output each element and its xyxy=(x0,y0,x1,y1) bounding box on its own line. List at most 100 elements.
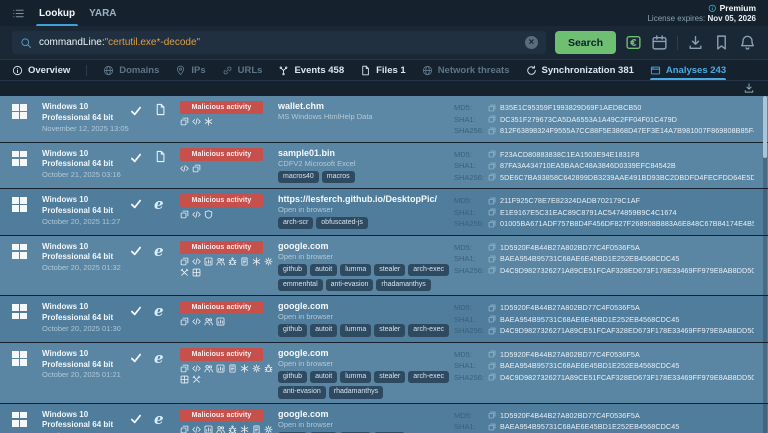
md5-value[interactable]: 1D5920F4B44B27A802BD77C4F0536F5A xyxy=(500,303,640,312)
tag-macros[interactable]: macros xyxy=(322,171,355,183)
sha256-value[interactable]: 01005BA671ADF757B8D4F456DF827F268908B883… xyxy=(500,219,754,228)
tab-files-1[interactable]: Files 1 xyxy=(360,60,406,80)
sha256-value[interactable]: D4C9D9827326271A89CE51FCAF328ED673F178E3… xyxy=(500,373,754,382)
analysis-name[interactable]: wallet.chm xyxy=(278,101,450,111)
analysis-row[interactable]: Windows 10 Professional 64 bitOctober 20… xyxy=(0,296,768,342)
copy-icon[interactable] xyxy=(488,127,496,135)
analysis-row[interactable]: Windows 10 Professional 64 bitOctober 20… xyxy=(0,343,768,403)
clear-search-button[interactable]: × xyxy=(525,36,538,49)
copy-icon[interactable] xyxy=(488,197,496,205)
md5-value[interactable]: 1D5920F4B44B27A802BD77C4F0536F5A xyxy=(500,411,640,420)
tag-obfuscated-js[interactable]: obfuscated-js xyxy=(316,217,368,229)
sha1-value[interactable]: BAEA954B95731C68AE6E45BD1E252EB4568CDC45 xyxy=(500,422,679,431)
copy-icon[interactable] xyxy=(488,411,496,419)
tab-yara[interactable]: YARA xyxy=(89,0,116,26)
tab-overview[interactable]: Overview xyxy=(12,60,70,80)
bell-icon[interactable] xyxy=(739,34,756,51)
tag-arch-exec[interactable]: arch-exec xyxy=(408,324,449,336)
copy-icon[interactable] xyxy=(488,362,496,370)
tab-events-458[interactable]: Events 458 xyxy=(278,60,344,80)
sha256-value[interactable]: D4C9D9827326271A89CE51FCAF328ED673F178E3… xyxy=(500,266,754,275)
scrollbar-thumb[interactable] xyxy=(763,96,767,158)
tag-arch-exec[interactable]: arch-exec xyxy=(408,371,449,383)
download-icon[interactable] xyxy=(687,34,704,51)
analysis-row[interactable]: Windows 10 Professional 64 bitOctober 20… xyxy=(0,236,768,296)
md5-value[interactable]: 1D5920F4B44B27A802BD77C4F0536F5A xyxy=(500,243,640,252)
tag-stealer[interactable]: stealer xyxy=(374,371,405,383)
sha256-value[interactable]: 812F63898324F9555A7CC88F5E3868D47EF3E14A… xyxy=(500,126,754,135)
tab-synchronization-381[interactable]: Synchronization 381 xyxy=(526,60,634,80)
analysis-name[interactable]: https://lesferch.github.io/DesktopPic/ xyxy=(278,194,450,204)
copy-icon[interactable] xyxy=(488,243,496,251)
copy-icon[interactable] xyxy=(488,220,496,228)
tab-network-threats[interactable]: Network threats xyxy=(422,60,510,80)
tag-lumma[interactable]: lumma xyxy=(340,324,371,336)
tag-autoit[interactable]: autoit xyxy=(310,371,337,383)
tag-macros40[interactable]: macros40 xyxy=(278,171,319,183)
menu-icon[interactable] xyxy=(12,7,25,20)
search-input[interactable]: commandLine:"certutil.exe*-decode" × xyxy=(12,31,546,54)
copy-icon[interactable] xyxy=(488,315,496,323)
tag-rhadamanthys[interactable]: rhadamanthys xyxy=(376,279,430,291)
tab-analyses-243[interactable]: Analyses 243 xyxy=(650,60,726,80)
sha1-value[interactable]: BAEA954B95731C68AE6E45BD1E252EB4568CDC45 xyxy=(500,315,679,324)
credits-icon[interactable] xyxy=(625,34,642,51)
md5-value[interactable]: 211F925C78E7E82324DADB702179C1AF xyxy=(500,196,640,205)
sha1-value[interactable]: DC351F279673CA5DA6553A1A49C2FF04F01C479D xyxy=(500,115,677,124)
analysis-name[interactable]: google.com xyxy=(278,409,450,419)
tab-lookup[interactable]: Lookup xyxy=(39,0,75,26)
copy-icon[interactable] xyxy=(488,208,496,216)
tag-rhadamanthys[interactable]: rhadamanthys xyxy=(329,386,383,398)
copy-icon[interactable] xyxy=(488,266,496,274)
tag-github[interactable]: github xyxy=(278,264,307,276)
search-button[interactable]: Search xyxy=(555,31,616,54)
copy-icon[interactable] xyxy=(488,150,496,158)
scrollbar[interactable] xyxy=(763,96,767,433)
sha256-value[interactable]: 5DE6C7BA93858C642899DB3239AAE491BD93BC2D… xyxy=(500,173,754,182)
copy-icon[interactable] xyxy=(488,255,496,263)
md5-value[interactable]: B35E1C95359F1993829D69F1AEDBCB50 xyxy=(500,103,641,112)
tab-urls[interactable]: URLs xyxy=(222,60,263,80)
calendar-icon[interactable] xyxy=(651,34,668,51)
copy-icon[interactable] xyxy=(488,350,496,358)
tag-lumma[interactable]: lumma xyxy=(340,371,371,383)
sha1-value[interactable]: BAEA954B95731C68AE6E45BD1E252EB4568CDC45 xyxy=(500,254,679,263)
analysis-name[interactable]: google.com xyxy=(278,301,450,311)
tag-autoit[interactable]: autoit xyxy=(310,264,337,276)
md5-value[interactable]: 1D5920F4B44B27A802BD77C4F0536F5A xyxy=(500,350,640,359)
analysis-row[interactable]: Windows 10 Professional 64 bitOctober 21… xyxy=(0,143,768,189)
tag-anti-evasion[interactable]: anti-evasion xyxy=(278,386,326,398)
tag-arch-exec[interactable]: arch-exec xyxy=(408,264,449,276)
analysis-row[interactable]: Windows 10 Professional 64 bitOctober 20… xyxy=(0,189,768,235)
tag-anti-evasion[interactable]: anti-evasion xyxy=(326,279,374,291)
copy-icon[interactable] xyxy=(488,115,496,123)
analysis-name[interactable]: sample01.bin xyxy=(278,148,450,158)
tag-github[interactable]: github xyxy=(278,324,307,336)
copy-icon[interactable] xyxy=(488,327,496,335)
sha1-value[interactable]: 87FA3A434710EA5BAAC48A3846D0339EFC84542B xyxy=(500,161,676,170)
tag-lumma[interactable]: lumma xyxy=(340,264,371,276)
analysis-row[interactable]: Windows 10 Professional 64 bitNovember 1… xyxy=(0,96,768,142)
premium-badge[interactable]: Premium xyxy=(647,3,756,14)
tab-domains[interactable]: Domains xyxy=(103,60,159,80)
tag-emmenhtal[interactable]: emmenhtal xyxy=(278,279,323,291)
tag-stealer[interactable]: stealer xyxy=(374,264,405,276)
md5-value[interactable]: F23ACD80883838C1EA1503E94E1831F8 xyxy=(500,150,639,159)
copy-icon[interactable] xyxy=(488,373,496,381)
sha256-value[interactable]: D4C9D9827326271A89CE51FCAF328ED673F178E3… xyxy=(500,326,754,335)
tag-autoit[interactable]: autoit xyxy=(310,324,337,336)
tag-arch-scr[interactable]: arch-scr xyxy=(278,217,313,229)
tag-github[interactable]: github xyxy=(278,371,307,383)
sha1-value[interactable]: E1E9167E5C31EAC89C8791AC5474859B9C4C1674 xyxy=(500,208,677,217)
copy-icon[interactable] xyxy=(488,162,496,170)
analysis-name[interactable]: google.com xyxy=(278,241,450,251)
copy-icon[interactable] xyxy=(488,173,496,181)
export-icon[interactable] xyxy=(743,82,755,94)
analysis-name[interactable]: google.com xyxy=(278,348,450,358)
copy-icon[interactable] xyxy=(488,304,496,312)
tab-ips[interactable]: IPs xyxy=(175,60,205,80)
bookmark-icon[interactable] xyxy=(713,34,730,51)
copy-icon[interactable] xyxy=(488,423,496,431)
copy-icon[interactable] xyxy=(488,104,496,112)
tag-stealer[interactable]: stealer xyxy=(374,324,405,336)
